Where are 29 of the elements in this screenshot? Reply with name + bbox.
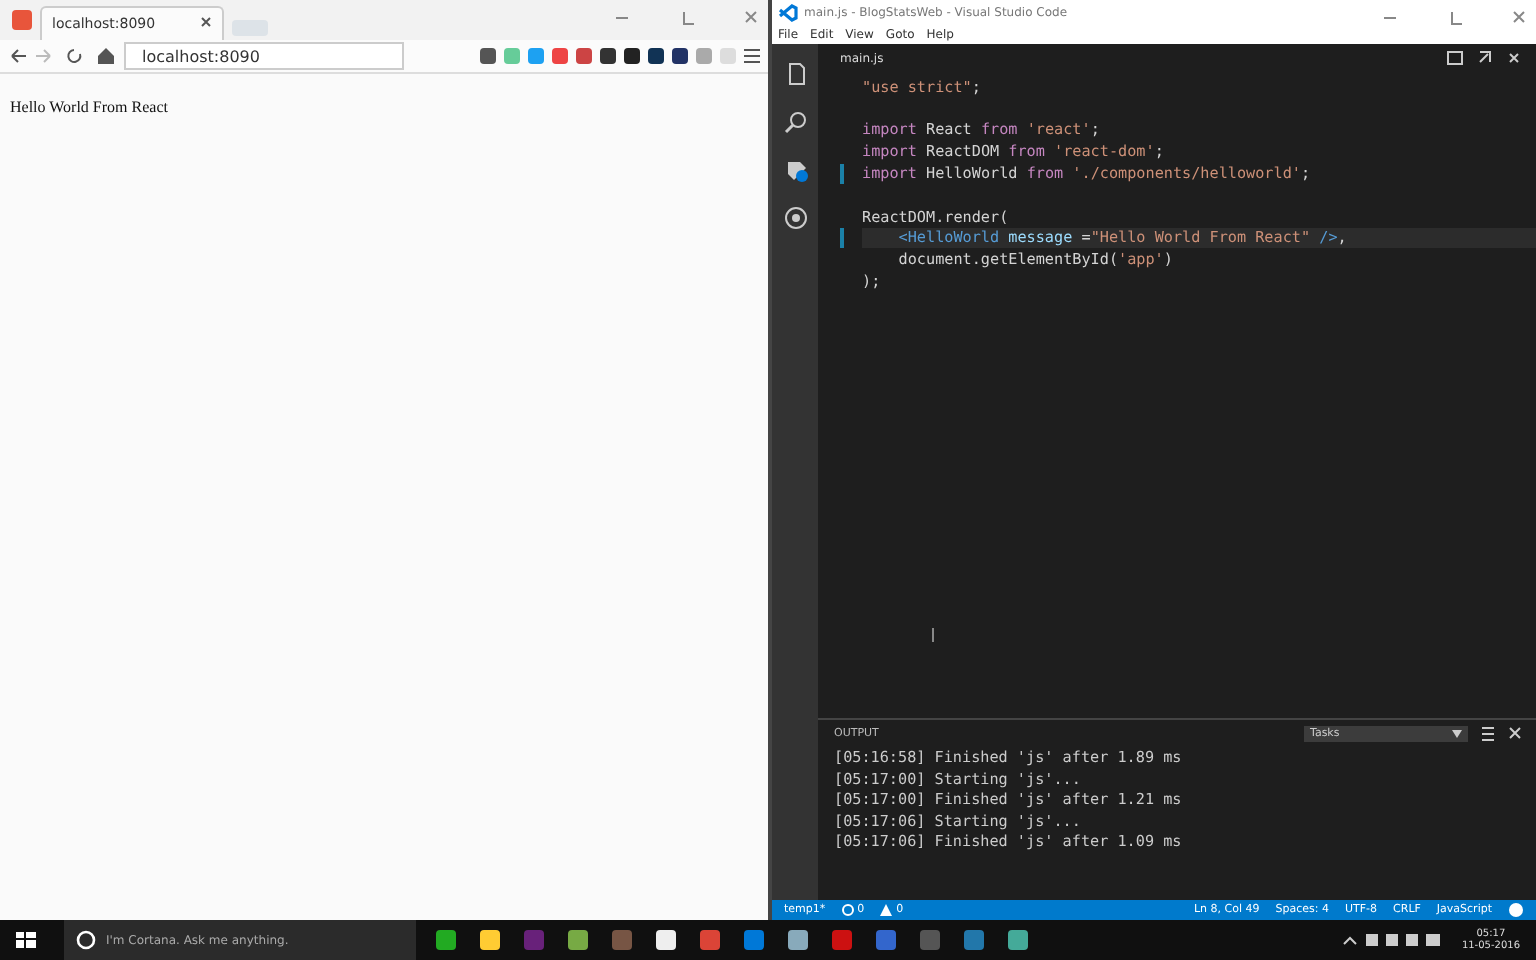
taskbar-app-icon[interactable]	[480, 930, 500, 950]
address-field[interactable]: localhost:8090	[124, 42, 404, 70]
files-icon[interactable]	[783, 62, 807, 86]
start-icon[interactable]	[16, 930, 36, 950]
close-icon[interactable]	[200, 16, 212, 32]
app-logo-icon	[778, 3, 798, 23]
taskbar-app-icon[interactable]	[876, 930, 896, 950]
source-control-icon[interactable]	[783, 158, 807, 182]
page-text: Hello World From React	[10, 98, 168, 116]
search-icon[interactable]	[783, 110, 807, 134]
caret-icon	[1452, 730, 1462, 738]
panel-actions-icon[interactable]	[1480, 726, 1524, 742]
taskbar-app-icon[interactable]	[832, 930, 852, 950]
taskbar-app-icon[interactable]	[436, 930, 456, 950]
taskbar-app-icon[interactable]	[656, 930, 676, 950]
editor-actions-icon[interactable]	[1444, 50, 1524, 66]
text-cursor-icon	[932, 628, 934, 642]
app-icon[interactable]	[12, 10, 32, 30]
system-tray-icon[interactable]	[1341, 932, 1442, 948]
taskbar-app-icon[interactable]	[568, 930, 588, 950]
home-icon[interactable]	[96, 46, 116, 66]
menu-icon[interactable]	[744, 48, 760, 64]
debug-icon[interactable]	[783, 206, 807, 230]
taskbar-app-icon[interactable]	[788, 930, 808, 950]
taskbar-app-icon[interactable]	[964, 930, 984, 950]
taskbar-app-icon[interactable]	[744, 930, 764, 950]
cortana-icon	[76, 930, 96, 950]
taskbar-app-icon[interactable]	[700, 930, 720, 950]
taskbar-app-icon[interactable]	[1008, 930, 1028, 950]
